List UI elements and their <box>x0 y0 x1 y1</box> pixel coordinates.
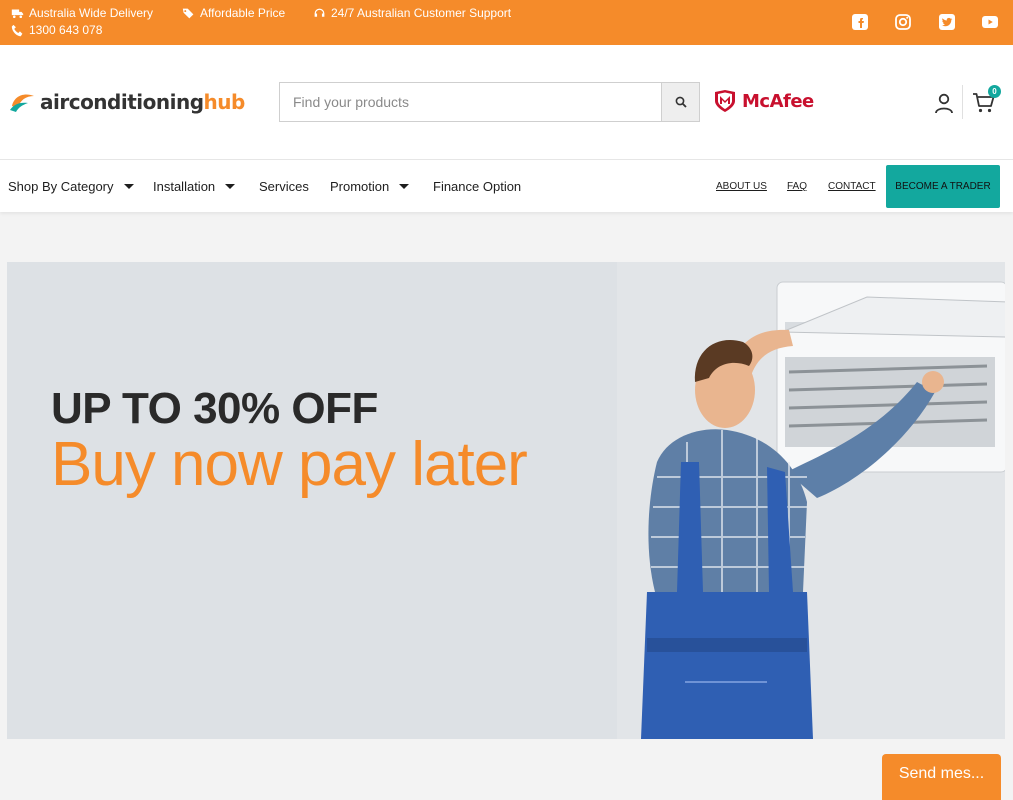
technician-illustration <box>617 262 1005 739</box>
phone-text: 1300 643 078 <box>29 23 103 37</box>
about-us-link[interactable]: ABOUT US <box>716 181 767 192</box>
cart-count-badge: 0 <box>988 85 1001 98</box>
nav-shop-by-category-label: Shop By Category <box>8 179 114 194</box>
price-text: Affordable Price <box>200 6 286 20</box>
price-info: Affordable Price <box>182 6 285 20</box>
caret-down-icon <box>123 184 134 189</box>
header-divider <box>962 85 963 119</box>
send-message-button[interactable]: Send mes... <box>882 754 1001 800</box>
mcafee-badge: McAfee <box>713 89 814 113</box>
facebook-link[interactable] <box>851 13 869 31</box>
caret-down-icon <box>225 184 236 189</box>
twitter-icon <box>939 14 955 30</box>
site-header: airconditioninghub McAfee 0 <box>0 45 1013 160</box>
nav-finance-label: Finance Option <box>433 179 522 194</box>
delivery-info: Australia Wide Delivery <box>11 6 153 20</box>
truck-icon <box>11 8 24 18</box>
nav-services[interactable]: Services <box>259 179 309 194</box>
site-logo[interactable]: airconditioninghub <box>8 89 245 115</box>
caret-down-icon <box>399 184 410 189</box>
search-icon <box>675 96 687 108</box>
become-trader-button[interactable]: BECOME A TRADER <box>886 165 1000 208</box>
instagram-icon <box>895 14 911 30</box>
tags-icon <box>182 8 194 18</box>
youtube-link[interactable] <box>981 13 999 31</box>
logo-accent-text: hub <box>203 90 246 114</box>
twitter-link[interactable] <box>938 13 956 31</box>
phone-link[interactable]: 1300 643 078 <box>11 23 102 37</box>
nav-services-label: Services <box>259 179 309 194</box>
nav-installation-label: Installation <box>153 179 216 194</box>
faq-link[interactable]: FAQ <box>787 181 807 192</box>
main-nav: Shop By Category Installation Services P… <box>0 160 1013 212</box>
account-button[interactable] <box>933 92 955 114</box>
instagram-link[interactable] <box>894 13 912 31</box>
hero-banner[interactable]: UP TO 30% OFF Buy now pay later <box>7 262 1005 739</box>
nav-finance-option[interactable]: Finance Option <box>433 179 521 194</box>
nav-promotion[interactable]: Promotion <box>330 179 410 194</box>
youtube-icon <box>982 16 998 28</box>
logo-text: airconditioninghub <box>40 90 245 114</box>
facebook-icon <box>852 14 868 30</box>
support-info: 24/7 Australian Customer Support <box>313 6 511 20</box>
user-icon <box>935 93 953 114</box>
delivery-text: Australia Wide Delivery <box>29 6 154 20</box>
phone-icon <box>11 24 23 36</box>
logo-mark-icon <box>10 94 34 112</box>
support-text: 24/7 Australian Customer Support <box>331 6 512 20</box>
contact-link[interactable]: CONTACT <box>828 181 876 192</box>
nav-promotion-label: Promotion <box>330 179 390 194</box>
hero-title: UP TO 30% OFF <box>51 384 378 433</box>
search-bar <box>279 82 700 122</box>
nav-shop-by-category[interactable]: Shop By Category <box>8 179 134 194</box>
search-button[interactable] <box>661 83 699 121</box>
mcafee-shield-icon <box>715 90 735 112</box>
nav-installation[interactable]: Installation <box>153 179 236 194</box>
headset-icon <box>314 8 325 17</box>
logo-main-text: airconditioning <box>40 90 204 114</box>
mcafee-label: McAfee <box>742 90 814 112</box>
hero-subtitle: Buy now pay later <box>51 430 528 499</box>
top-bar: Australia Wide Delivery Affordable Price… <box>0 0 1013 45</box>
search-input[interactable] <box>280 83 661 121</box>
